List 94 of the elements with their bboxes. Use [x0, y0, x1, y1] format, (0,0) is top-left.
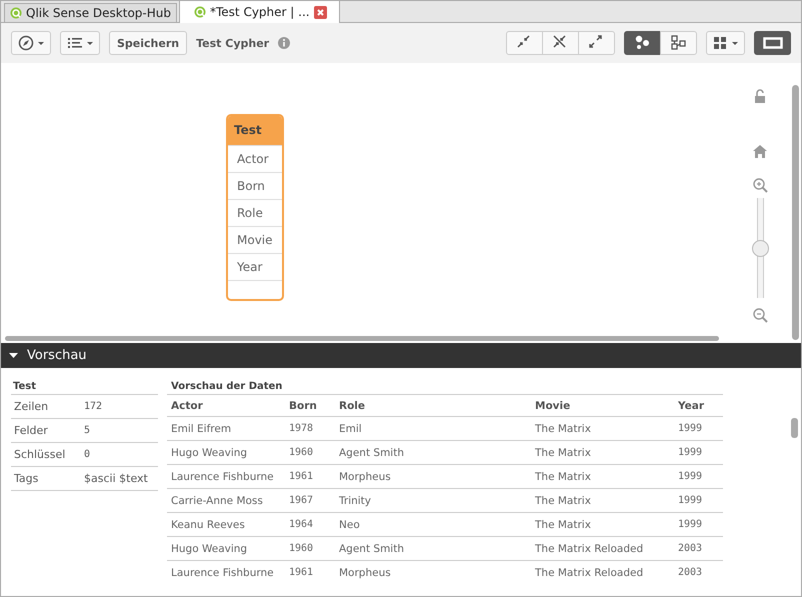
- table-name: Test: [11, 380, 158, 395]
- field-row: Role: [228, 199, 282, 226]
- table-cell: Morpheus: [335, 560, 531, 584]
- table-cell: Neo: [335, 512, 531, 536]
- info-icon: [278, 37, 290, 49]
- scrollbar[interactable]: [791, 418, 798, 438]
- scrollbar[interactable]: [792, 85, 799, 340]
- table-cell: 1960: [285, 536, 335, 560]
- unlock-icon[interactable]: [754, 89, 766, 103]
- table-cell: Laurence Fishburne: [167, 560, 285, 584]
- panel-button[interactable]: [754, 31, 791, 55]
- table-cell: 1960: [285, 440, 335, 464]
- table-cell: Hugo Weaving: [167, 536, 285, 560]
- table-cell: Agent Smith: [335, 536, 531, 560]
- info-label: Tags: [13, 472, 40, 485]
- table-cell: Agent Smith: [335, 440, 531, 464]
- crossed-arrows-button[interactable]: [542, 31, 579, 55]
- list-icon: [67, 35, 83, 51]
- table-cell: 1964: [285, 512, 335, 536]
- field-row: Actor: [228, 145, 282, 172]
- zoom-in-icon[interactable]: [752, 178, 768, 193]
- table-cell: 2003: [674, 536, 723, 560]
- table-cell: Laurence Fishburne: [167, 464, 285, 488]
- table-cell: 1967: [285, 488, 335, 512]
- table-cell: The Matrix: [531, 440, 674, 464]
- table-card[interactable]: Test Actor Born Role Movie Year: [226, 114, 284, 301]
- linked-boxes-icon: [671, 35, 686, 51]
- list-menu-button[interactable]: [60, 31, 100, 55]
- info-value: $ascii $text: [84, 472, 148, 485]
- compass-menu-button[interactable]: [11, 31, 51, 55]
- app-logo-icon: [10, 7, 22, 19]
- column-header: Born: [285, 394, 335, 416]
- info-value: 0: [84, 449, 90, 460]
- table-cell: Emil Eifrem: [167, 416, 285, 440]
- browser-tab[interactable]: *Test Cypher | ...: [179, 1, 340, 23]
- table-cell: The Matrix: [531, 416, 674, 440]
- save-button[interactable]: Speichern: [109, 31, 188, 55]
- field-row: Year: [228, 253, 282, 280]
- app-logo-icon: [194, 6, 206, 18]
- home-icon[interactable]: [753, 145, 767, 158]
- table-cell: 1999: [674, 464, 723, 488]
- table-cell: The Matrix: [531, 512, 674, 536]
- table-cell: Emil: [335, 416, 531, 440]
- slider-thumb[interactable]: [752, 240, 768, 256]
- data-preview-title: Vorschau der Daten: [170, 380, 284, 394]
- table-cell: Hugo Weaving: [167, 440, 285, 464]
- table-cell: The Matrix: [531, 464, 674, 488]
- grid-icon: [713, 35, 728, 51]
- info-label: Zeilen: [13, 400, 50, 413]
- panel-title: Vorschau: [27, 348, 87, 363]
- column-header: Year: [674, 394, 723, 416]
- table-cell: 1961: [285, 464, 335, 488]
- table-cell: Carrie-Anne Moss: [167, 488, 285, 512]
- collapse-arrows-button[interactable]: [506, 31, 543, 55]
- close-icon[interactable]: [314, 6, 327, 18]
- info-label: Schlüssel: [13, 448, 66, 461]
- table-card-title: Test: [228, 116, 282, 145]
- scrollbar[interactable]: [5, 336, 719, 341]
- table-cell: 1961: [285, 560, 335, 584]
- bubbles-button[interactable]: [624, 31, 661, 55]
- grid-button[interactable]: [706, 31, 745, 55]
- table-cell: Trinity: [335, 488, 531, 512]
- zoom-out-icon[interactable]: [752, 308, 768, 323]
- linked-boxes-button[interactable]: [660, 31, 697, 55]
- expand-arrows-icon: [589, 35, 604, 51]
- table-cell: Morpheus: [335, 464, 531, 488]
- table-cell: 1999: [674, 440, 723, 464]
- caret-icon: [38, 42, 44, 44]
- table-cell: 1999: [674, 416, 723, 440]
- table-cell: The Matrix Reloaded: [531, 560, 674, 584]
- table-cell: 1999: [674, 512, 723, 536]
- caret-icon: [732, 42, 738, 44]
- table-cell: 2003: [674, 560, 723, 584]
- app-title: Test Cypher: [196, 36, 270, 50]
- field-row: Born: [228, 172, 282, 199]
- table-cell: 1999: [674, 488, 723, 512]
- compass-icon: [18, 35, 34, 51]
- field-row: Movie: [228, 226, 282, 253]
- panel-icon: [762, 35, 782, 51]
- table-cell: 1978: [285, 416, 335, 440]
- column-header: Actor: [167, 394, 285, 416]
- expand-arrows-button[interactable]: [578, 31, 615, 55]
- column-header: Movie: [531, 394, 674, 416]
- column-header: Role: [335, 394, 531, 416]
- table-cell: The Matrix: [531, 488, 674, 512]
- info-value: 172: [84, 401, 102, 412]
- panel-header[interactable]: Vorschau: [1, 343, 801, 368]
- table-cell: Keanu Reeves: [167, 512, 285, 536]
- browser-tab[interactable]: Qlik Sense Desktop-Hub: [4, 3, 177, 22]
- info-value: 5: [84, 425, 90, 436]
- caret-icon: [87, 42, 93, 44]
- info-label: Felder: [13, 424, 49, 437]
- bubbles-icon: [635, 35, 650, 51]
- table-cell: The Matrix Reloaded: [531, 536, 674, 560]
